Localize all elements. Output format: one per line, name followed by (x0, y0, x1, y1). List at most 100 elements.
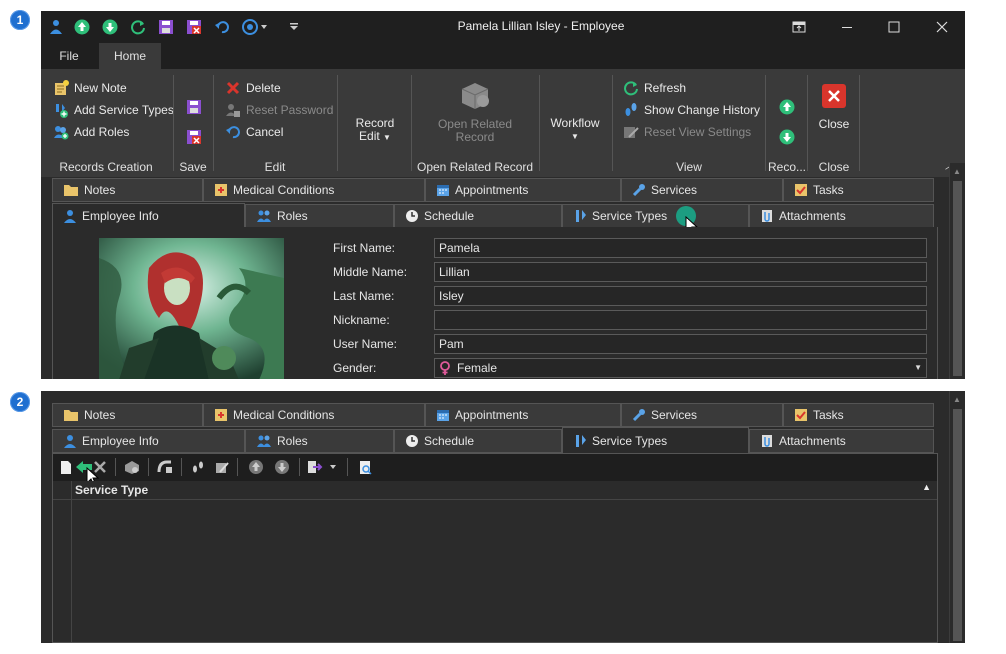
gender-select[interactable]: Female ▼ (434, 358, 927, 378)
reset-password-button[interactable]: Reset Password (225, 102, 333, 118)
tab-schedule[interactable]: Schedule (394, 429, 562, 453)
toolbar-separator (115, 458, 116, 476)
middle-name-label: Middle Name: (333, 265, 408, 279)
tab-tasks[interactable]: Tasks (783, 178, 934, 202)
open-related-icon[interactable] (123, 459, 141, 475)
undo-icon[interactable] (214, 19, 230, 35)
add-roles-label: Add Roles (74, 125, 130, 139)
tab-schedule[interactable]: Schedule (394, 204, 562, 228)
reset-layout-icon[interactable] (213, 459, 231, 475)
maximize-icon[interactable] (879, 17, 909, 37)
dropdown-arrow-icon: ▼ (571, 132, 579, 141)
tab-tasks[interactable]: Tasks (783, 403, 934, 427)
last-name-field[interactable]: Isley (434, 286, 927, 306)
close-window-icon[interactable] (927, 17, 957, 37)
tab-roles-label: Roles (277, 434, 308, 448)
tab-notes[interactable]: Notes (52, 178, 203, 202)
open-related-record-button[interactable]: Open Related Record (429, 79, 521, 144)
previous-record-icon[interactable] (74, 19, 90, 35)
save-and-close-button[interactable] (186, 129, 202, 145)
scroll-up-icon[interactable]: ▲ (953, 395, 961, 404)
tab-employee-info-label: Employee Info (82, 434, 159, 448)
service-types-window: Notes Medical Conditions Appointments Se… (41, 391, 965, 643)
customize-toolbar-icon[interactable] (286, 19, 302, 35)
history-footsteps-icon[interactable] (189, 459, 207, 475)
refresh-label: Refresh (644, 81, 687, 95)
save-button[interactable] (186, 99, 202, 115)
tab-roles[interactable]: Roles (245, 429, 394, 453)
tab-medical-conditions-label: Medical Conditions (233, 408, 335, 422)
cancel-button[interactable]: Cancel (225, 124, 283, 140)
wrench-icon (632, 409, 645, 422)
tab-services[interactable]: Services (621, 178, 783, 202)
show-change-history-button[interactable]: Show Change History (623, 102, 760, 118)
tab-service-types-label: Service Types (592, 209, 668, 223)
scroll-thumb[interactable] (953, 409, 962, 641)
tab-tasks-label: Tasks (813, 408, 844, 422)
minimize-icon[interactable] (832, 17, 862, 37)
refresh-button[interactable]: Refresh (623, 80, 686, 96)
ribbon-home: New Note Add Service Types Add Roles Rec… (41, 69, 965, 177)
tab-service-types[interactable]: Service Types (562, 427, 749, 454)
middle-name-field[interactable]: Lillian (434, 262, 927, 282)
scroll-thumb[interactable] (953, 181, 962, 376)
new-note-button[interactable]: New Note (53, 80, 127, 96)
tab-employee-info[interactable]: Employee Info (52, 429, 245, 453)
wrench-icon (632, 184, 645, 197)
add-service-types-label: Add Service Types (74, 103, 174, 117)
workflow-dropdown[interactable]: Workflow ▼ (547, 117, 603, 143)
tab-appointments[interactable]: Appointments (425, 178, 621, 202)
roles-icon (257, 435, 271, 447)
new-record-icon[interactable] (57, 459, 75, 475)
ribbon-tab-home[interactable]: Home (99, 43, 161, 69)
tab-notes[interactable]: Notes (52, 403, 203, 427)
close-record-button[interactable]: Close (811, 83, 857, 131)
move-up-icon[interactable] (247, 459, 265, 475)
vertical-scrollbar[interactable]: ▲ (949, 391, 965, 643)
add-service-types-button[interactable]: Add Service Types (53, 102, 174, 118)
add-roles-button[interactable]: Add Roles (53, 124, 129, 140)
workflow-dropdown-icon[interactable] (242, 19, 268, 35)
chevron-down-icon[interactable]: ▼ (914, 359, 922, 377)
record-edit-dropdown[interactable]: Record Edit ▼ (347, 117, 403, 144)
scroll-up-icon[interactable]: ▲ (953, 167, 961, 176)
vertical-scrollbar[interactable]: ▲ (949, 163, 965, 379)
save-and-close-icon[interactable] (186, 19, 202, 35)
link-record-icon[interactable] (156, 459, 174, 475)
folder-icon (64, 185, 78, 196)
save-icon[interactable] (158, 19, 174, 35)
calendar-icon (437, 410, 449, 421)
employee-photo[interactable] (99, 238, 284, 379)
toolbar-separator (347, 458, 348, 476)
ribbon-previous-record-button[interactable] (779, 99, 795, 115)
nickname-field[interactable] (434, 310, 927, 330)
tab-service-types[interactable]: Service Types (562, 204, 749, 228)
user-name-label: User Name: (333, 337, 398, 351)
step-badge-2: 2 (10, 392, 30, 412)
delete-button[interactable]: Delete (225, 80, 281, 96)
column-header-service-type[interactable]: Service Type (75, 483, 148, 497)
tab-appointments[interactable]: Appointments (425, 403, 621, 427)
restore-layout-icon[interactable] (784, 17, 814, 37)
tab-attachments[interactable]: Attachments (749, 204, 934, 228)
preview-icon[interactable] (357, 459, 375, 475)
move-down-icon[interactable] (273, 459, 291, 475)
open-related-group-label: Open Related Record (417, 160, 534, 174)
tab-services[interactable]: Services (621, 403, 783, 427)
sort-ascending-icon[interactable]: ▲ (922, 482, 931, 492)
next-record-icon[interactable] (102, 19, 118, 35)
export-dropdown-icon[interactable] (307, 459, 339, 475)
ribbon-tab-file[interactable]: File (51, 43, 87, 69)
ribbon-next-record-button[interactable] (779, 129, 795, 145)
tab-attachments[interactable]: Attachments (749, 429, 934, 453)
reset-view-settings-button[interactable]: Reset View Settings (623, 124, 751, 140)
tab-medical-conditions[interactable]: Medical Conditions (203, 178, 425, 202)
tab-roles[interactable]: Roles (245, 204, 394, 228)
employee-photo-illustration (99, 238, 284, 379)
user-name-field[interactable]: Pam (434, 334, 927, 354)
first-name-field[interactable]: Pamela (434, 238, 927, 258)
tab-employee-info[interactable]: Employee Info (52, 203, 245, 228)
tab-medical-conditions[interactable]: Medical Conditions (203, 403, 425, 427)
refresh-icon[interactable] (130, 19, 146, 35)
tab-services-label: Services (651, 408, 698, 422)
